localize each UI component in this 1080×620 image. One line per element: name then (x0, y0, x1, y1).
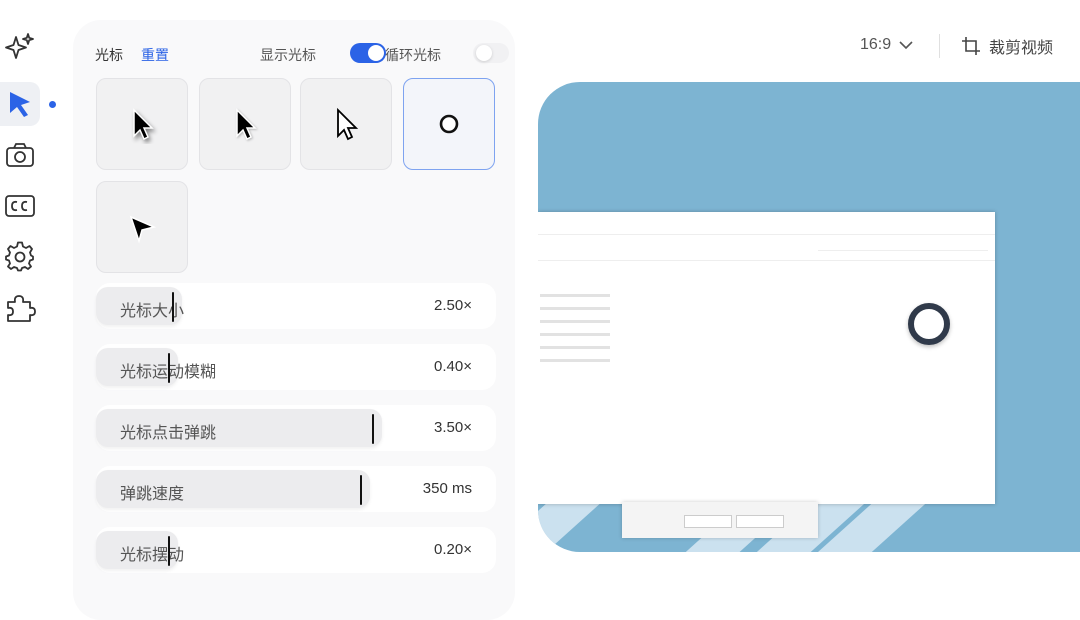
show-cursor-toggle[interactable] (350, 43, 386, 63)
pointer-cursor-icon (129, 215, 157, 244)
recorded-window-row (540, 359, 610, 362)
arrow-cursor-icon (133, 108, 154, 141)
loop-cursor-toggle[interactable] (473, 43, 509, 63)
recorded-window-titlebar (538, 212, 995, 235)
slider-thumb[interactable] (168, 353, 170, 383)
arrow-outline-cursor-icon (337, 107, 359, 141)
cursor-icon[interactable] (0, 82, 40, 126)
cursor-style-arrow-black[interactable] (199, 78, 291, 170)
recorded-window-row (540, 307, 610, 310)
recorded-dialog-button (736, 515, 784, 528)
slider-thumb[interactable] (360, 475, 362, 505)
slider-thumb[interactable] (372, 414, 374, 444)
aspect-ratio-value: 16:9 (860, 36, 892, 53)
crop-video-label: 裁剪视频 (989, 40, 1054, 57)
slider-label: 光标大小 (120, 303, 185, 320)
puzzle-icon[interactable] (0, 286, 40, 330)
slider-row[interactable]: 弹跳速度 350 ms (96, 466, 496, 512)
crop-video-button[interactable]: 裁剪视频 (961, 34, 1053, 58)
gear-icon[interactable] (0, 235, 40, 279)
slider-row[interactable]: 光标运动模糊0.40× (96, 344, 496, 390)
recorded-dialog (622, 502, 818, 538)
captions-icon[interactable] (0, 184, 40, 228)
recorded-window-row (540, 294, 610, 297)
slider-label: 光标摆动 (120, 547, 185, 564)
slider-value: 3.50× (434, 419, 472, 436)
cursor-panel: 光标 重置 显示光标 循环光标 光标大小 2.50× 光标运动模糊0.40× 光标点击… (73, 20, 515, 620)
slider-label: 光标点击弹跳 (120, 425, 217, 442)
camera-icon[interactable] (0, 133, 40, 177)
slider-row[interactable]: 光标大小 2.50× (96, 283, 496, 329)
cursor-style-arrow-outline[interactable] (300, 78, 392, 170)
active-indicator-dot (49, 101, 56, 108)
slider-row[interactable]: 光标点击弹跳 3.50× (96, 405, 496, 451)
recorded-window (538, 212, 995, 504)
slider-value: 0.40× (434, 358, 472, 375)
slider-value: 2.50× (434, 297, 472, 314)
cursor-preview-ring (908, 303, 950, 345)
recorded-window-row (540, 333, 610, 336)
recorded-window-row (540, 346, 610, 349)
reset-button[interactable]: 重置 (141, 45, 169, 65)
cursor-style-circle-dot[interactable] (403, 78, 495, 170)
recorded-window-row (540, 320, 610, 323)
slider-thumb[interactable] (168, 536, 170, 566)
loop-cursor-label: 循环光标 (385, 47, 441, 63)
tool-rail (0, 0, 60, 581)
toolbar-divider (939, 34, 940, 58)
circle-cursor-icon (439, 114, 459, 134)
panel-header: 光标 重置 显示光标 循环光标 (95, 43, 509, 65)
slider-row[interactable]: 光标摆动 0.20× (96, 527, 496, 573)
aspect-ratio-select[interactable]: 16:9 (860, 36, 913, 54)
recorded-window-search (818, 238, 988, 251)
arrow-cursor-icon (236, 108, 257, 141)
panel-title: 光标 (95, 47, 123, 63)
slider-thumb[interactable] (172, 292, 174, 322)
slider-value: 0.20× (434, 541, 472, 558)
recorded-dialog-button (684, 515, 732, 528)
toggle-knob (476, 45, 492, 61)
slider-label: 弹跳速度 (120, 486, 185, 503)
slider-value: 350 ms (422, 480, 472, 497)
crop-icon (962, 37, 980, 55)
cursor-style-arrow-black-shadow[interactable] (96, 78, 188, 170)
cursor-style-pointer-triangle[interactable] (96, 181, 188, 273)
sparkle-icon[interactable] (0, 25, 40, 69)
recorded-window-divider (538, 260, 995, 261)
show-cursor-label: 显示光标 (260, 47, 316, 63)
video-preview[interactable] (538, 82, 1080, 552)
chevron-down-icon (899, 41, 913, 50)
toggle-knob (368, 45, 384, 61)
